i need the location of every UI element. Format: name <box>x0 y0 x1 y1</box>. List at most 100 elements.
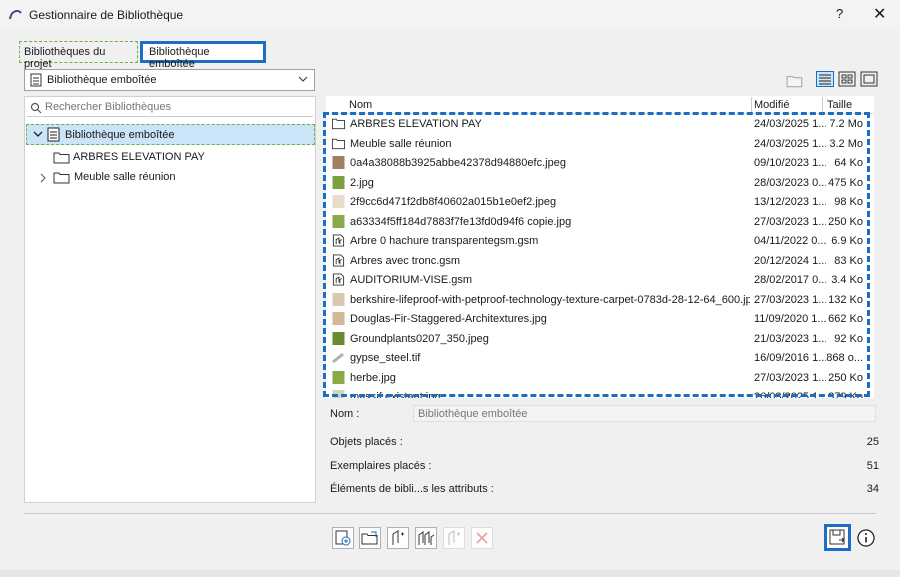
file-row[interactable]: Meuble salle réunion 24/03/2025 1... 3.2 M… <box>326 134 874 154</box>
add-folder-button[interactable] <box>359 527 381 549</box>
search-box[interactable] <box>27 99 313 117</box>
file-name: a63334f5ff184d7883f7fe13fd0d94f6 copie.j… <box>350 215 572 228</box>
image-thumbnail-icon <box>332 175 345 189</box>
file-name: gypse_steel.tif <box>350 352 421 364</box>
search-input[interactable] <box>45 101 305 113</box>
details-value: 34 <box>866 483 879 495</box>
file-size: 475 Ko <box>828 176 863 189</box>
delete-icon <box>476 532 488 544</box>
image-thumbnail-icon <box>332 390 345 398</box>
image-thumbnail-icon <box>332 331 345 345</box>
library-tree-panel: Bibliothèque emboîtée ARBRES ELEVATION P… <box>24 96 316 503</box>
info-icon[interactable] <box>856 528 876 548</box>
chevron-right-icon[interactable] <box>39 173 47 183</box>
file-size: 7.2 Mo <box>829 118 863 130</box>
tree-item-meuble[interactable]: Meuble salle réunion <box>39 169 289 187</box>
library-dropdown[interactable]: Bibliothèque emboîtée <box>24 69 315 91</box>
file-row[interactable]: AUDITORIUM-VISE.gsm 28/02/2017 0... 3.4 Ko <box>326 270 874 290</box>
delete-button[interactable] <box>471 527 493 549</box>
chevron-down-icon <box>298 76 308 82</box>
file-row[interactable]: gypse_steel.tif 16/09/2016 1... 868 o... <box>326 348 874 368</box>
file-name: ARBRES ELEVATION PAY <box>350 118 482 130</box>
tree-item-arbres[interactable]: ARBRES ELEVATION PAY <box>53 149 293 167</box>
details-row: Éléments de bibli...s les attributs : 34 <box>326 480 881 498</box>
tree-item-root[interactable]: Bibliothèque emboîtée <box>26 124 315 145</box>
file-list: ARBRES ELEVATION PAY 24/03/2025 1... 7.2 M… <box>326 114 874 398</box>
file-size: 64 Ko <box>834 157 863 169</box>
column-name[interactable]: Nom <box>349 99 372 111</box>
grid-view-icon[interactable] <box>838 71 856 87</box>
file-date: 28/02/2017 0... <box>754 274 826 286</box>
file-list-panel: Nom Modifié Taille ARBRES ELEVATION PAY 2… <box>326 96 874 398</box>
file-row[interactable]: Arbre 0 hachure transparentegsm.gsm 04/11… <box>326 231 874 251</box>
tab-project-libraries[interactable]: Bibliothèques du projet <box>19 41 138 70</box>
file-row[interactable]: berkshire-lifeproof-with-petproof-techno… <box>326 290 874 310</box>
file-row[interactable]: 2.jpg 28/03/2023 0... 475 Ko <box>326 173 874 193</box>
folder-icon <box>332 138 345 149</box>
file-list-header: Nom Modifié Taille <box>326 96 874 114</box>
file-row[interactable]: Groundplants0207_350.jpeg 21/03/2023 1...… <box>326 329 874 349</box>
details-label: Exemplaires placés : <box>330 460 432 472</box>
preview-view-icon[interactable] <box>860 71 878 87</box>
column-size[interactable]: Taille <box>827 99 852 111</box>
folder-icon <box>53 152 70 164</box>
file-name: Meuble salle réunion <box>350 137 452 150</box>
file-date: 04/11/2022 0... <box>754 235 826 247</box>
save-button[interactable] <box>824 524 851 551</box>
details-row: Exemplaires placés : 51 <box>326 457 881 475</box>
file-row[interactable]: 2f9cc6d471f2db8f40602a015b1e0ef2.jpeg 13/… <box>326 192 874 212</box>
tif-image-icon <box>332 352 344 364</box>
image-thumbnail-icon <box>332 195 345 208</box>
file-row[interactable]: Douglas-Fir-Staggered-Architextures.jpg 1… <box>326 309 874 329</box>
file-date: 09/10/2023 1... <box>754 157 826 169</box>
file-size: 92 Ko <box>834 332 863 345</box>
image-thumbnail-icon <box>332 156 345 169</box>
image-thumbnail-icon <box>332 312 345 325</box>
list-view-icon[interactable] <box>816 71 834 87</box>
window-title: Gestionnaire de Bibliothèque <box>29 8 184 22</box>
file-row[interactable]: herbe.jpg 27/03/2023 1... 250 Ko <box>326 368 874 388</box>
objects-add-icon <box>418 531 435 545</box>
file-row[interactable]: a63334f5ff184d7883f7fe13fd0d94f6 copie.j… <box>326 212 874 232</box>
chevron-down-icon[interactable] <box>33 129 43 139</box>
folder-icon <box>332 118 345 130</box>
library-name-field: Bibliothèque emboîtée <box>413 405 876 422</box>
archicad-icon <box>9 10 22 20</box>
folder-up-icon[interactable] <box>786 73 804 89</box>
file-date: 27/03/2023 1... <box>754 371 826 384</box>
file-name: 0a4a38088b3925abbe42378d94880efc.jpeg <box>350 157 566 169</box>
file-date: 24/03/2025 1... <box>754 137 826 150</box>
add-object-disabled-button[interactable] <box>443 527 465 549</box>
file-name: 2.jpg <box>350 176 374 189</box>
file-size: 250 Ko <box>828 215 863 228</box>
image-thumbnail-icon <box>332 292 345 306</box>
file-row[interactable]: massif existant.jpg 26/03/2025 1... 379 Ko <box>326 387 874 398</box>
details-label: Éléments de bibli...s les attributs : <box>330 483 494 495</box>
file-date: 11/09/2020 1... <box>754 313 826 325</box>
close-button[interactable]: ✕ <box>873 4 886 24</box>
document-icon <box>47 127 60 142</box>
add-objects-button[interactable] <box>415 527 437 549</box>
file-name: Arbre 0 hachure transparentegsm.gsm <box>350 235 539 247</box>
file-row[interactable]: ARBRES ELEVATION PAY 24/03/2025 1... 7.2 M… <box>326 114 874 134</box>
add-library-button[interactable] <box>332 527 354 549</box>
save-icon <box>829 529 845 545</box>
gsm-object-icon <box>332 234 345 247</box>
folder-icon <box>53 172 70 184</box>
search-icon <box>30 102 42 114</box>
file-size: 662 Ko <box>828 313 863 325</box>
file-row[interactable]: Arbres avec tronc.gsm 20/12/2024 1... 83 K… <box>326 251 874 271</box>
help-button[interactable]: ? <box>836 6 843 21</box>
file-size: 3.4 Ko <box>831 274 863 286</box>
tab-embedded-library[interactable]: Bibliothèque emboîtée <box>140 41 266 70</box>
file-name: Douglas-Fir-Staggered-Architextures.jpg <box>350 313 547 325</box>
file-name: herbe.jpg <box>350 371 396 384</box>
column-modified[interactable]: Modifié <box>754 99 789 111</box>
folder-add-icon <box>361 531 378 545</box>
file-row[interactable]: 0a4a38088b3925abbe42378d94880efc.jpeg 09/… <box>326 153 874 173</box>
details-name-label: Nom : <box>330 408 360 420</box>
file-size: 3.2 Mo <box>829 137 863 150</box>
file-size: 83 Ko <box>834 254 863 267</box>
add-object-button[interactable] <box>387 527 409 549</box>
file-date: 20/12/2024 1... <box>754 254 826 267</box>
